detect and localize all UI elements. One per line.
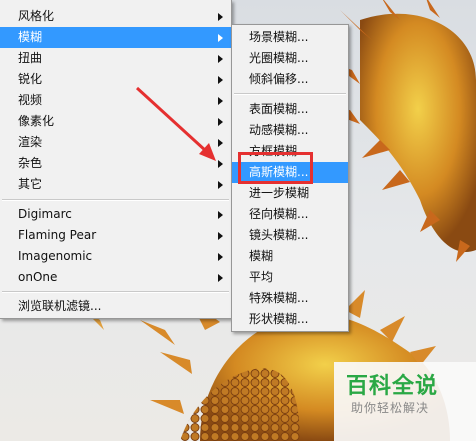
menu-item-shape-blur[interactable]: 形状模糊...: [232, 309, 348, 330]
menu-item-average[interactable]: 平均: [232, 267, 348, 288]
menu-item-browse-online-filters[interactable]: 浏览联机滤镜...: [0, 296, 231, 317]
menu-item-stylize[interactable]: 风格化: [0, 6, 231, 27]
submenu-arrow-icon: [218, 253, 223, 261]
menu-item-gaussian-blur[interactable]: 高斯模糊...: [232, 162, 348, 183]
menu-item-label: 模糊: [249, 249, 274, 263]
submenu-arrow-icon: [218, 160, 223, 168]
submenu-arrow-icon: [218, 97, 223, 105]
menu-item-blur[interactable]: 模糊: [0, 27, 231, 48]
submenu-arrow-icon: [218, 118, 223, 126]
menu-item-label: 杂色: [18, 156, 43, 170]
menu-item-label: 渲染: [18, 135, 43, 149]
submenu-arrow-icon: [218, 274, 223, 282]
menu-item-distort[interactable]: 扭曲: [0, 48, 231, 69]
menu-separator: [2, 291, 229, 293]
menu-item-label: 场景模糊...: [249, 30, 309, 44]
menu-item-label: Digimarc: [18, 207, 72, 221]
menu-item-label: 浏览联机滤镜...: [18, 299, 102, 313]
watermark: 百科全说 助你轻松解决: [334, 362, 476, 441]
menu-item-pixelate[interactable]: 像素化: [0, 111, 231, 132]
menu-item-field-blur[interactable]: 场景模糊...: [232, 27, 348, 48]
menu-item-label: onOne: [18, 270, 58, 284]
menu-item-label: 其它: [18, 177, 43, 191]
watermark-title: 百科全说: [346, 374, 439, 399]
menu-item-lens-blur[interactable]: 镜头模糊...: [232, 225, 348, 246]
menu-item-blur-more[interactable]: 进一步模糊: [232, 183, 348, 204]
submenu-arrow-icon: [218, 13, 223, 21]
menu-separator: [234, 93, 346, 95]
menu-item-label: Flaming Pear: [18, 228, 97, 242]
menu-item-digimarc[interactable]: Digimarc: [0, 204, 231, 225]
menu-item-label: 扭曲: [18, 51, 43, 65]
menu-item-iris-blur[interactable]: 光圈模糊...: [232, 48, 348, 69]
menu-item-box-blur[interactable]: 方框模糊...: [232, 141, 348, 162]
submenu-arrow-icon: [218, 181, 223, 189]
menu-item-label: Imagenomic: [18, 249, 93, 263]
menu-item-flaming-pear[interactable]: Flaming Pear: [0, 225, 231, 246]
submenu-arrow-icon: [218, 211, 223, 219]
menu-item-label: 视频: [18, 93, 43, 107]
menu-item-tilt-shift[interactable]: 倾斜偏移...: [232, 69, 348, 90]
submenu-arrow-icon: [218, 76, 223, 84]
menu-item-smart-blur[interactable]: 特殊模糊...: [232, 288, 348, 309]
submenu-arrow-icon: [218, 34, 223, 42]
menu-separator: [2, 199, 229, 201]
menu-item-imagenomic[interactable]: Imagenomic: [0, 246, 231, 267]
menu-item-radial-blur[interactable]: 径向模糊...: [232, 204, 348, 225]
submenu-arrow-icon: [218, 55, 223, 63]
menu-item-label: 倾斜偏移...: [249, 72, 309, 86]
menu-item-label: 风格化: [18, 9, 55, 23]
menu-item-label: 像素化: [18, 114, 55, 128]
menu-item-label: 径向模糊...: [249, 207, 309, 221]
blur-submenu: 场景模糊... 光圈模糊... 倾斜偏移... 表面模糊... 动感模糊... …: [231, 24, 349, 332]
menu-item-label: 进一步模糊: [249, 186, 310, 200]
menu-item-label: 动感模糊...: [249, 123, 309, 137]
menu-item-label: 高斯模糊...: [249, 165, 309, 179]
menu-item-label: 表面模糊...: [249, 102, 309, 116]
menu-item-render[interactable]: 渲染: [0, 132, 231, 153]
watermark-subtitle: 助你轻松解决: [351, 401, 430, 415]
menu-item-other[interactable]: 其它: [0, 174, 231, 195]
menu-item-sharpen[interactable]: 锐化: [0, 69, 231, 90]
menu-item-label: 特殊模糊...: [249, 291, 309, 305]
menu-item-label: 锐化: [18, 72, 43, 86]
menu-item-noise[interactable]: 杂色: [0, 153, 231, 174]
menu-item-blur[interactable]: 模糊: [232, 246, 348, 267]
menu-item-video[interactable]: 视频: [0, 90, 231, 111]
submenu-arrow-icon: [218, 139, 223, 147]
menu-item-label: 平均: [249, 270, 274, 284]
menu-item-label: 光圈模糊...: [249, 51, 309, 65]
menu-item-onone[interactable]: onOne: [0, 267, 231, 288]
menu-item-label: 方框模糊...: [249, 144, 309, 158]
menu-item-surface-blur[interactable]: 表面模糊...: [232, 99, 348, 120]
menu-item-label: 模糊: [18, 30, 43, 44]
filter-menu: 风格化 模糊 扭曲 锐化 视频 像素化 渲染 杂色 其它 Digimarc Fl…: [0, 0, 232, 319]
menu-item-label: 镜头模糊...: [249, 228, 309, 242]
menu-item-motion-blur[interactable]: 动感模糊...: [232, 120, 348, 141]
menu-item-label: 形状模糊...: [249, 312, 309, 326]
submenu-arrow-icon: [218, 232, 223, 240]
